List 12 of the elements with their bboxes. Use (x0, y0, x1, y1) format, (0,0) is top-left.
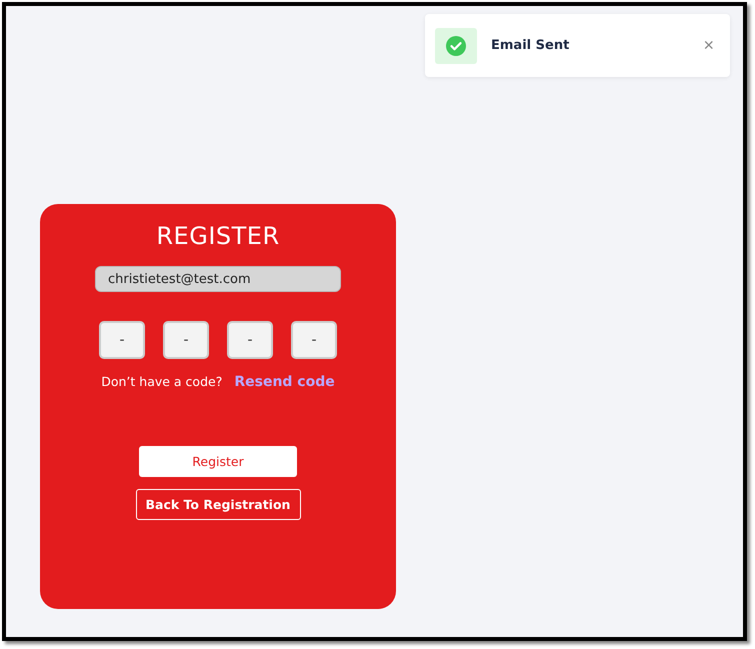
prompt-text: Don’t have a code? (101, 374, 222, 389)
form-title: REGISTER (156, 222, 280, 250)
email-field[interactable]: christietest@test.com (95, 266, 341, 292)
register-button[interactable]: Register (139, 446, 297, 477)
code-digit-field[interactable]: - (99, 321, 145, 359)
success-icon (435, 28, 477, 64)
close-button[interactable]: × (697, 35, 720, 56)
toast-message: Email Sent (491, 38, 570, 53)
code-digit-field[interactable]: - (291, 321, 337, 359)
code-digit-field[interactable]: - (163, 321, 209, 359)
code-digit-field[interactable]: - (227, 321, 273, 359)
back-button[interactable]: Back To Registration (136, 489, 300, 520)
